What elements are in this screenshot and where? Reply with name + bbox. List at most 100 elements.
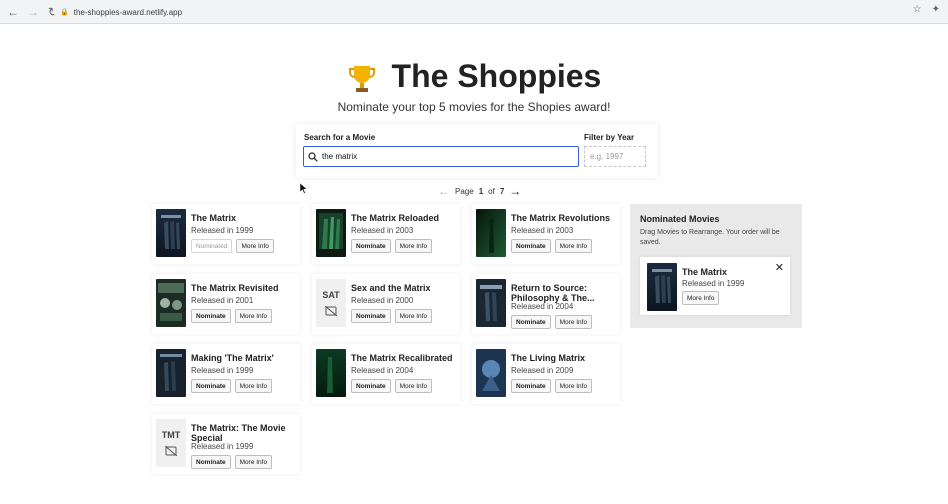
movie-actions: Nominate More Info — [351, 239, 433, 253]
page-subtitle: Nominate your top 5 movies for the Shopi… — [337, 100, 611, 114]
movie-actions: Nominate More Info — [351, 309, 433, 323]
previous-page-icon[interactable]: ← — [438, 185, 450, 197]
url-text: the-shoppies-award.netlify.app — [73, 7, 183, 17]
year-filter-label: Filter by Year — [584, 133, 635, 142]
movie-card: The Matrix Revisited Released in 2001 No… — [152, 274, 300, 334]
search-panel: Search for a Movie Filter by Year — [296, 124, 658, 178]
page-total: 7 — [499, 186, 505, 196]
movie-poster[interactable] — [156, 279, 186, 327]
movie-title: The Matrix — [191, 213, 237, 223]
search-icon — [308, 151, 318, 162]
movie-poster[interactable] — [316, 209, 346, 257]
address-bar[interactable]: 🔒 the-shoppies-award.netlify.app — [54, 3, 922, 21]
movie-poster[interactable] — [476, 349, 506, 397]
more-info-button[interactable]: More Info — [236, 239, 274, 253]
movie-title: Making 'The Matrix' — [191, 353, 274, 363]
nominate-button[interactable]: Nominate — [351, 379, 391, 393]
movie-year: Released in 1999 — [191, 366, 254, 375]
forward-icon[interactable]: → — [26, 5, 40, 19]
movie-year: Released in 2000 — [351, 296, 414, 305]
more-info-button[interactable]: More Info — [394, 379, 433, 393]
page-current: 1 — [478, 186, 484, 196]
nominations-description: Drag Movies to Rearrange. Your order wil… — [640, 229, 780, 246]
year-filter-input[interactable] — [590, 152, 644, 161]
movie-poster — [647, 263, 677, 311]
movie-year: Released in 2001 — [191, 296, 254, 305]
poster-initials: TMT — [161, 430, 181, 440]
more-info-button[interactable]: More Info — [682, 291, 720, 305]
no-image-icon — [325, 306, 337, 316]
movie-year: Released in 2009 — [511, 366, 574, 375]
search-field[interactable] — [303, 146, 579, 167]
more-info-button[interactable]: More Info — [554, 379, 593, 393]
nominate-button[interactable]: Nominate — [191, 309, 231, 323]
movie-card: TMT The Matrix: The Movie Special Releas… — [152, 414, 300, 474]
more-info-button[interactable]: More Info — [234, 379, 273, 393]
movie-card: The Matrix Reloaded Released in 2003 Nom… — [312, 204, 460, 264]
movie-title: The Matrix Revisited — [191, 283, 279, 293]
nominations-panel: Nominated Movies Drag Movies to Rearrang… — [630, 204, 802, 328]
browser-actions: ☆ ✦ — [913, 4, 940, 15]
more-info-button[interactable]: More Info — [234, 309, 273, 323]
nominated-movie-card[interactable]: The Matrix Released in 1999 More Info ✕ — [640, 257, 790, 315]
poster-placeholder[interactable]: SAT — [316, 279, 346, 327]
movie-title: The Matrix — [682, 267, 728, 277]
movie-card: The Matrix Revolutions Released in 2003 … — [472, 204, 620, 264]
nominate-button[interactable]: Nominate — [191, 455, 231, 469]
nominate-button[interactable]: Nominate — [351, 309, 391, 323]
movie-title: The Matrix: The Movie Special — [191, 423, 286, 443]
movie-card: The Living Matrix Released in 2009 Nomin… — [472, 344, 620, 404]
year-field[interactable] — [584, 146, 646, 167]
movie-actions: Nominate More Info — [511, 379, 593, 393]
movie-year: Released in 2003 — [511, 226, 574, 235]
more-info-button[interactable]: More Info — [394, 309, 433, 323]
movie-actions: Nominate More Info — [511, 239, 593, 253]
poster-initials: SAT — [322, 290, 340, 300]
movie-title: The Living Matrix — [511, 353, 586, 363]
movie-actions: Nominate More Info — [351, 379, 433, 393]
mouse-cursor-icon — [300, 183, 308, 194]
movie-actions: Nominate More Info — [191, 309, 273, 323]
more-info-button[interactable]: More Info — [554, 239, 593, 253]
movie-poster[interactable] — [476, 279, 506, 327]
movie-actions: Nominated More Info — [191, 239, 274, 253]
poster-placeholder[interactable]: TMT — [156, 419, 186, 467]
movie-card: Making 'The Matrix' Released in 1999 Nom… — [152, 344, 300, 404]
nominate-button[interactable]: Nominate — [511, 239, 551, 253]
page-title: The Shoppies — [0, 58, 948, 95]
browser-nav: ← → ↻ — [0, 5, 60, 19]
trophy-icon — [348, 65, 375, 92]
search-input[interactable] — [322, 152, 562, 161]
movie-card: The Matrix Recalibrated Released in 2004… — [312, 344, 460, 404]
movie-poster[interactable] — [156, 209, 186, 257]
back-icon[interactable]: ← — [6, 5, 20, 19]
movie-card: Return to Source: Philosophy & The... Re… — [472, 274, 620, 334]
more-info-button[interactable]: More Info — [234, 455, 273, 469]
more-info-button[interactable]: More Info — [394, 239, 433, 253]
movie-title: Sex and the Matrix — [351, 283, 431, 293]
nominate-button[interactable]: Nominate — [511, 315, 551, 329]
movie-year: Released in 2004 — [351, 366, 414, 375]
movie-poster[interactable] — [476, 209, 506, 257]
star-icon[interactable]: ☆ — [913, 4, 922, 15]
movie-poster[interactable] — [316, 349, 346, 397]
nominated-button[interactable]: Nominated — [191, 239, 233, 253]
more-info-button[interactable]: More Info — [554, 315, 593, 329]
browser-toolbar: ← → ↻ 🔒 the-shoppies-award.netlify.app ☆… — [0, 0, 948, 24]
movie-card: The Matrix Released in 1999 Nominated Mo… — [152, 204, 300, 264]
movie-title: The Matrix Reloaded — [351, 213, 440, 223]
nominate-button[interactable]: Nominate — [191, 379, 231, 393]
movie-actions: Nominate More Info — [511, 315, 593, 329]
extensions-icon[interactable]: ✦ — [932, 4, 940, 15]
movie-actions: Nominate More Info — [191, 455, 273, 469]
movie-year: Released in 2004 — [511, 302, 574, 311]
nominate-button[interactable]: Nominate — [351, 239, 391, 253]
movie-poster[interactable] — [156, 349, 186, 397]
pagination: ← Page 1 of 7 → — [438, 184, 521, 198]
next-page-icon[interactable]: → — [509, 185, 521, 197]
movie-year: Released in 1999 — [682, 279, 745, 288]
movie-actions: Nominate More Info — [191, 379, 273, 393]
close-icon[interactable]: ✕ — [775, 261, 784, 274]
movie-title: Return to Source: Philosophy & The... — [511, 283, 595, 303]
nominate-button[interactable]: Nominate — [511, 379, 551, 393]
